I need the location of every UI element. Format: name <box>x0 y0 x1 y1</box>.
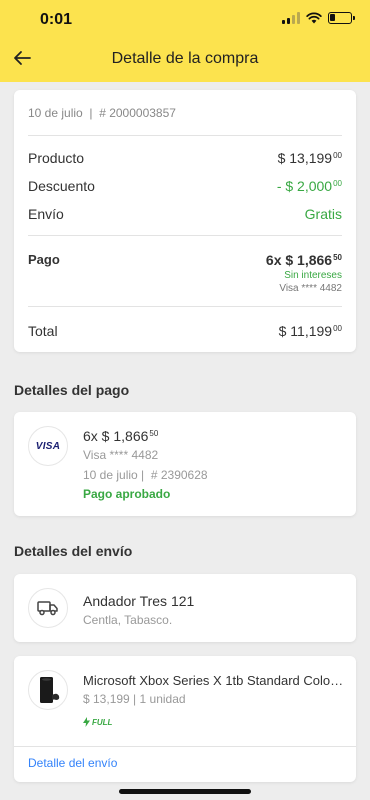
product-price-qty: $ 13,199 | 1 unidad <box>83 692 186 706</box>
status-bar: 0:01 <box>0 0 370 40</box>
total-label: Total <box>28 323 58 339</box>
payment-details-card[interactable]: VISA 6x $ 1,86650 Visa **** 4482 10 de j… <box>14 412 356 516</box>
payment-section-title: Detalles del pago <box>14 382 130 398</box>
full-badge: FULL <box>83 717 112 727</box>
divider <box>28 306 342 307</box>
order-date: 10 de julio <box>28 106 83 120</box>
total-row: Total $ 11,19900 <box>28 323 342 339</box>
shipping-detail-link[interactable]: Detalle del envío <box>28 756 117 770</box>
total-price: $ 11,19900 <box>278 323 342 339</box>
discount-label: Descuento <box>28 178 95 194</box>
divider <box>28 235 342 236</box>
wifi-icon <box>306 12 322 24</box>
app-header: 0:01 Detalle de la compra <box>0 0 370 82</box>
product-label: Producto <box>28 150 85 166</box>
truck-icon <box>28 588 68 628</box>
payment-amount: 6x $ 1,86650 <box>265 252 342 268</box>
signal-icon <box>282 12 300 24</box>
address-place: Centla, Tabasco. <box>83 613 173 627</box>
payment-card: Visa **** 4482 <box>279 283 342 294</box>
payment-detail-meta: 10 de julio | # 2390628 <box>83 468 208 482</box>
status-time: 0:01 <box>40 11 73 28</box>
shipping-value: Gratis <box>304 206 342 222</box>
page-title: Detalle de la compra <box>111 50 259 67</box>
status-icons <box>282 12 355 24</box>
payment-info: 6x $ 1,86650 Sin intereses Visa **** 448… <box>266 252 342 294</box>
payment-label: Pago <box>28 252 60 267</box>
product-price: $ 13,19900 <box>277 150 342 166</box>
discount-row: Descuento - $ 2,00000 <box>28 178 342 194</box>
divider <box>28 135 342 136</box>
address-name: Andador Tres 121 <box>83 593 195 609</box>
divider <box>14 746 356 747</box>
battery-icon <box>328 12 355 24</box>
discount-price: - $ 2,00000 <box>276 178 342 194</box>
shipping-address-card[interactable]: Andador Tres 121 Centla, Tabasco. <box>14 574 356 642</box>
shipping-section-title: Detalles del envío <box>14 543 133 559</box>
shipping-label: Envío <box>28 206 64 222</box>
order-number: # 2000003857 <box>99 106 176 120</box>
payment-interest: Sin intereses <box>284 270 342 281</box>
shipping-row: Envío Gratis <box>28 206 342 222</box>
payment-detail-amount: 6x $ 1,86650 <box>83 428 159 444</box>
order-meta: 10 de julio | # 2000003857 <box>28 106 176 120</box>
console-image <box>28 670 68 710</box>
purchase-summary-card: 10 de julio | # 2000003857 Producto $ 13… <box>14 90 356 352</box>
lightning-icon <box>83 717 90 727</box>
payment-detail-card: Visa **** 4482 <box>83 448 159 462</box>
payment-status: Pago aprobado <box>83 487 171 501</box>
payment-row: Pago 6x $ 1,86650 Sin intereses Visa ***… <box>28 252 342 294</box>
navigation-bar: Detalle de la compra <box>0 40 370 82</box>
product-row: Producto $ 13,19900 <box>28 150 342 166</box>
product-card: Microsoft Xbox Series X 1tb Standard Col… <box>14 656 356 782</box>
visa-logo: VISA <box>28 426 68 466</box>
home-indicator <box>119 789 251 794</box>
product-name: Microsoft Xbox Series X 1tb Standard Col… <box>83 673 345 688</box>
